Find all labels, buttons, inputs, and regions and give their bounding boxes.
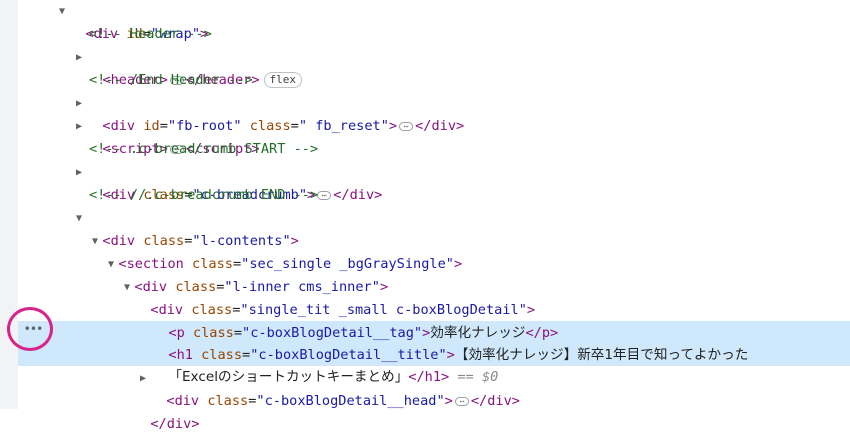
expand-triangle-icon[interactable]: ▼ [90,230,100,253]
dom-node-header[interactable]: <header> ⋯ </header> flex [86,46,303,88]
expand-triangle-icon[interactable]: ▼ [57,0,67,23]
gutter [0,0,18,409]
comment-breadcrumb-start[interactable]: <!-- .c-breadcrumb START --> [89,138,318,161]
dom-node-section[interactable]: <section class="sec_single _bgGraySingle… [102,230,462,272]
comment-header[interactable]: <!-- Header --> [89,23,212,46]
comment-breadcrumb-end[interactable]: <!-- //.c-breadcrumb END --> [89,184,318,207]
dom-node-wrap[interactable]: <div id="wrap"> [69,0,208,42]
dom-node-p-tag[interactable]: <p class="c-boxBlogDetail__tag">効率化ナレッジ<… [152,299,558,341]
annotation-circle [7,307,53,351]
flex-badge[interactable]: flex [263,72,303,88]
dom-node-script[interactable]: <script> ⋯ </script> [86,115,259,157]
expand-triangle-icon[interactable]: ▼ [106,253,116,276]
dom-node-single-tit[interactable]: <div class="single_tit _small c-boxBlogD… [134,276,535,318]
comment-end-header[interactable]: <!-- /End Header --> [89,69,253,92]
dom-node-h1-continuation[interactable]: 「Excelのショートカットキーまとめ」</h1> == $0 [152,343,498,385]
dom-node-breadcrumb[interactable]: <div class="c-breadcrumb"> ⋯ </div> [86,161,382,203]
collapse-triangle-icon[interactable]: ▶ [74,46,84,69]
collapse-triangle-icon[interactable]: ▶ [74,92,84,115]
dom-node-l-inner[interactable]: <div class="l-inner cms_inner"> [118,253,388,295]
ellipsis-icon[interactable]: ⋯ [454,396,469,406]
dom-node-l-contents[interactable]: <div class="l-contents"> [86,207,298,249]
dom-node-head[interactable]: <div class="c-boxBlogDetail__head"> ⋯ </di… [150,367,520,409]
dom-node-fb-root[interactable]: <div id="fb-root" class=" fb_reset"> ⋯ </d… [86,92,464,134]
collapse-triangle-icon[interactable]: ▶ [138,367,148,390]
expand-triangle-icon[interactable]: ▼ [122,276,132,299]
collapse-triangle-icon[interactable]: ▶ [74,161,84,184]
dom-node-closing-div[interactable]: </div> [134,390,199,432]
ellipsis-icon[interactable]: ⋯ [317,190,332,200]
collapse-triangle-icon[interactable]: ▶ [74,115,84,138]
ellipsis-icon[interactable]: ⋯ [399,121,414,131]
expand-triangle-icon[interactable]: ▼ [74,207,84,230]
dom-node-h1-selected[interactable]: <h1 class="c-boxBlogDetail__title">【効率化ナ… [152,321,748,363]
